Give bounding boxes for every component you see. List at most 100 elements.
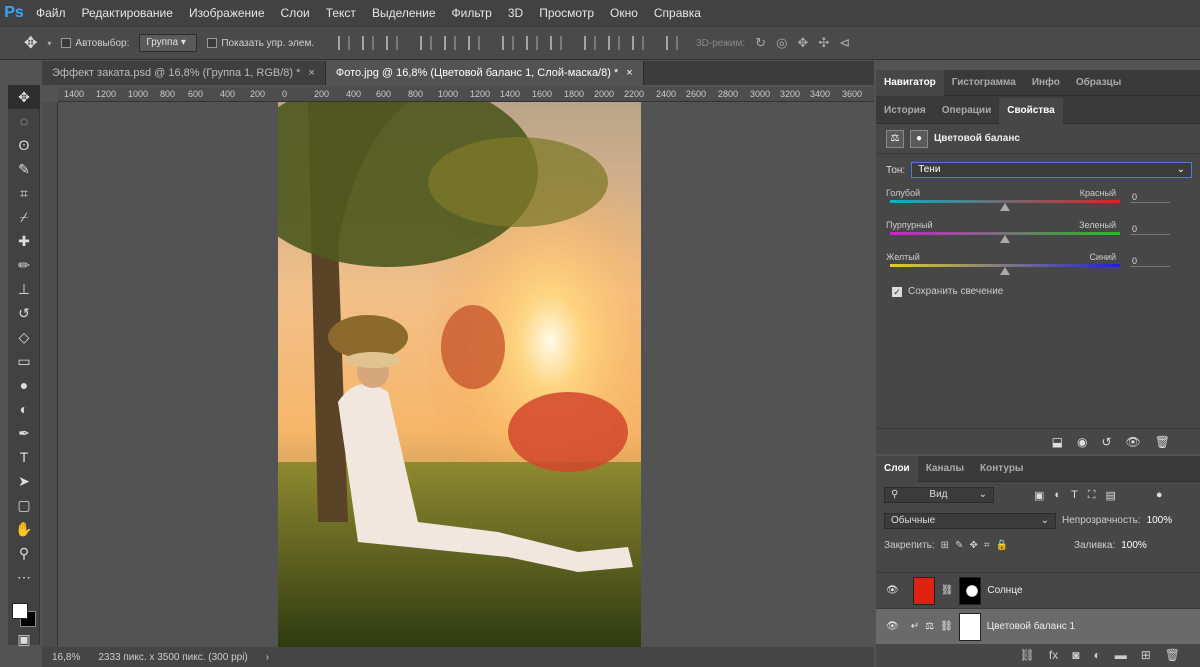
layer-style-icon[interactable]: fx bbox=[1049, 648, 1058, 662]
layer-row[interactable]: 👁 ⛓ Солнце bbox=[876, 572, 1200, 608]
photo-canvas[interactable] bbox=[278, 102, 641, 647]
tab-layers[interactable]: Слои bbox=[876, 455, 918, 482]
3d-roll-icon[interactable]: ◎ bbox=[776, 35, 787, 51]
menu-file[interactable]: Файл bbox=[28, 0, 74, 26]
slider-value-input[interactable]: 0 bbox=[1130, 256, 1170, 267]
rectangle-tool-icon[interactable]: ▢ bbox=[8, 493, 40, 517]
layer-row[interactable]: 👁 ↵ ⚖ ⛓ Цветовой баланс 1 bbox=[876, 608, 1200, 644]
visibility-eye-icon[interactable]: 👁 bbox=[886, 585, 899, 596]
align-top-icon[interactable] bbox=[338, 36, 351, 50]
stamp-tool-icon[interactable]: ⊥ bbox=[8, 277, 40, 301]
clip-to-layer-icon[interactable]: ⬓ bbox=[1052, 435, 1063, 449]
blend-mode-dropdown[interactable]: Обычные ⌄ bbox=[884, 512, 1056, 529]
lock-artboard-icon[interactable]: ⌗ bbox=[984, 540, 990, 551]
type-tool-icon[interactable]: T bbox=[8, 445, 40, 469]
magenta-green-slider[interactable]: Пурпурный Зеленый 0 bbox=[876, 210, 1200, 243]
menu-text[interactable]: Текст bbox=[318, 0, 364, 26]
visibility-eye-icon[interactable]: 👁 bbox=[1126, 435, 1141, 449]
align-bottom-icon[interactable] bbox=[386, 36, 399, 50]
autoselect-dropdown[interactable]: Группа ▾ bbox=[139, 34, 198, 52]
type-filter-icon[interactable]: T bbox=[1071, 489, 1078, 501]
3d-slide-icon[interactable]: ✣ bbox=[818, 35, 829, 51]
eraser-tool-icon[interactable]: ◇ bbox=[8, 325, 40, 349]
hand-tool-icon[interactable]: ✋ bbox=[8, 517, 40, 541]
zoom-level[interactable]: 16,8% bbox=[52, 652, 80, 663]
show-controls-checkbox[interactable]: Показать упр. элем. bbox=[207, 38, 314, 49]
more-tools-icon[interactable]: ⋯ bbox=[8, 565, 40, 589]
auto-align-icon[interactable] bbox=[666, 36, 679, 50]
quick-mask-icon[interactable]: ▣ bbox=[8, 627, 40, 651]
slider-thumb[interactable] bbox=[1000, 267, 1010, 275]
move-tool-icon[interactable]: ✥ bbox=[8, 85, 40, 109]
add-mask-icon[interactable]: ◙ bbox=[1072, 648, 1079, 662]
healing-brush-tool-icon[interactable]: ✚ bbox=[8, 229, 40, 253]
trash-icon[interactable]: 🗑 bbox=[1165, 648, 1180, 662]
tab-actions[interactable]: Операции bbox=[934, 98, 1000, 124]
lock-position-icon[interactable]: ✥ bbox=[969, 540, 977, 551]
reset-icon[interactable]: ↺ bbox=[1101, 435, 1111, 449]
menu-help[interactable]: Справка bbox=[646, 0, 709, 26]
checkbox-checked-icon[interactable]: ✓ bbox=[892, 286, 902, 297]
new-adjustment-icon[interactable]: ◐ bbox=[1093, 648, 1100, 662]
lock-transparency-icon[interactable]: ⊞ bbox=[941, 540, 949, 551]
crop-tool-icon[interactable]: ⌗ bbox=[8, 181, 40, 205]
lock-pixels-icon[interactable]: ✎ bbox=[955, 540, 963, 551]
tab-info[interactable]: Инфо bbox=[1024, 70, 1068, 96]
lock-all-icon[interactable]: 🔒 bbox=[995, 540, 1007, 551]
tab-navigator[interactable]: Навигатор bbox=[876, 69, 944, 96]
status-menu-arrow-icon[interactable]: › bbox=[266, 652, 269, 663]
align-left-icon[interactable] bbox=[420, 36, 433, 50]
link-icon[interactable]: ⛓ bbox=[941, 585, 954, 596]
menu-view[interactable]: Просмотр bbox=[531, 0, 602, 26]
3d-scale-icon[interactable]: ⊲ bbox=[839, 35, 850, 51]
slider-value-input[interactable]: 0 bbox=[1130, 224, 1170, 235]
path-select-tool-icon[interactable]: ➤ bbox=[8, 469, 40, 493]
tab-histogram[interactable]: Гистограмма bbox=[944, 70, 1024, 96]
history-brush-tool-icon[interactable]: ↺ bbox=[8, 301, 40, 325]
link-icon[interactable]: ⛓ bbox=[940, 621, 953, 632]
tab-sunset-effect[interactable]: Эффект заката.psd @ 16,8% (Группа 1, RGB… bbox=[42, 61, 326, 85]
align-hcenter-icon[interactable] bbox=[444, 36, 457, 50]
tab-history[interactable]: История bbox=[876, 98, 934, 124]
link-layers-icon[interactable]: ⛓ bbox=[1020, 648, 1035, 662]
align-right-icon[interactable] bbox=[468, 36, 481, 50]
quick-select-tool-icon[interactable]: ✎ bbox=[8, 157, 40, 181]
brush-tool-icon[interactable]: ✏ bbox=[8, 253, 40, 277]
visibility-eye-icon[interactable]: 👁 bbox=[886, 621, 899, 632]
new-group-icon[interactable]: ▬ bbox=[1115, 648, 1127, 662]
menu-3d[interactable]: 3D bbox=[500, 0, 531, 26]
tab-swatches[interactable]: Образцы bbox=[1068, 70, 1129, 96]
tab-channels[interactable]: Каналы bbox=[918, 456, 972, 482]
fill-value[interactable]: 100% bbox=[1121, 540, 1147, 551]
marquee-tool-icon[interactable]: ◌ bbox=[8, 109, 40, 133]
menu-select[interactable]: Выделение bbox=[364, 0, 444, 26]
menu-edit[interactable]: Редактирование bbox=[74, 0, 181, 26]
3d-rotate-icon[interactable]: ↻ bbox=[755, 35, 766, 51]
checkbox-box[interactable] bbox=[61, 38, 72, 48]
distribute-vcenter-icon[interactable] bbox=[526, 36, 539, 50]
dodge-tool-icon[interactable]: ◐ bbox=[8, 397, 40, 421]
canvas-area[interactable] bbox=[58, 102, 874, 647]
color-balance-icon[interactable]: ⚖ bbox=[886, 129, 904, 148]
zoom-tool-icon[interactable]: ⚲ bbox=[8, 541, 40, 565]
layer-mask-icon[interactable]: ● bbox=[910, 129, 928, 148]
close-icon[interactable]: × bbox=[308, 67, 314, 79]
new-layer-icon[interactable]: ⊞ bbox=[1141, 648, 1151, 662]
eyedropper-tool-icon[interactable]: ⌿ bbox=[8, 205, 40, 229]
menu-filter[interactable]: Фильтр bbox=[444, 0, 500, 26]
tab-paths[interactable]: Контуры bbox=[972, 456, 1031, 482]
3d-drag-icon[interactable]: ✥ bbox=[797, 35, 808, 51]
image-filter-icon[interactable]: ▣ bbox=[1034, 489, 1044, 502]
checkbox-box[interactable] bbox=[207, 38, 218, 48]
blur-tool-icon[interactable]: ● bbox=[8, 373, 40, 397]
layer-filter-dropdown[interactable]: ⚲ Вид ⌄ bbox=[884, 487, 994, 503]
autoselect-checkbox[interactable]: Автовыбор: bbox=[61, 38, 129, 49]
distribute-right-icon[interactable] bbox=[632, 36, 645, 50]
lasso-tool-icon[interactable]: ʘ bbox=[8, 133, 40, 157]
close-icon[interactable]: × bbox=[626, 67, 632, 79]
preserve-luminosity-checkbox[interactable]: ✓ Сохранить свечение bbox=[876, 274, 1200, 297]
opacity-value[interactable]: 100% bbox=[1147, 515, 1173, 526]
filter-toggle-icon[interactable]: ● bbox=[1156, 489, 1163, 501]
cyan-red-slider[interactable]: Голубой Красный 0 bbox=[876, 178, 1200, 211]
menu-image[interactable]: Изображение bbox=[181, 0, 273, 26]
